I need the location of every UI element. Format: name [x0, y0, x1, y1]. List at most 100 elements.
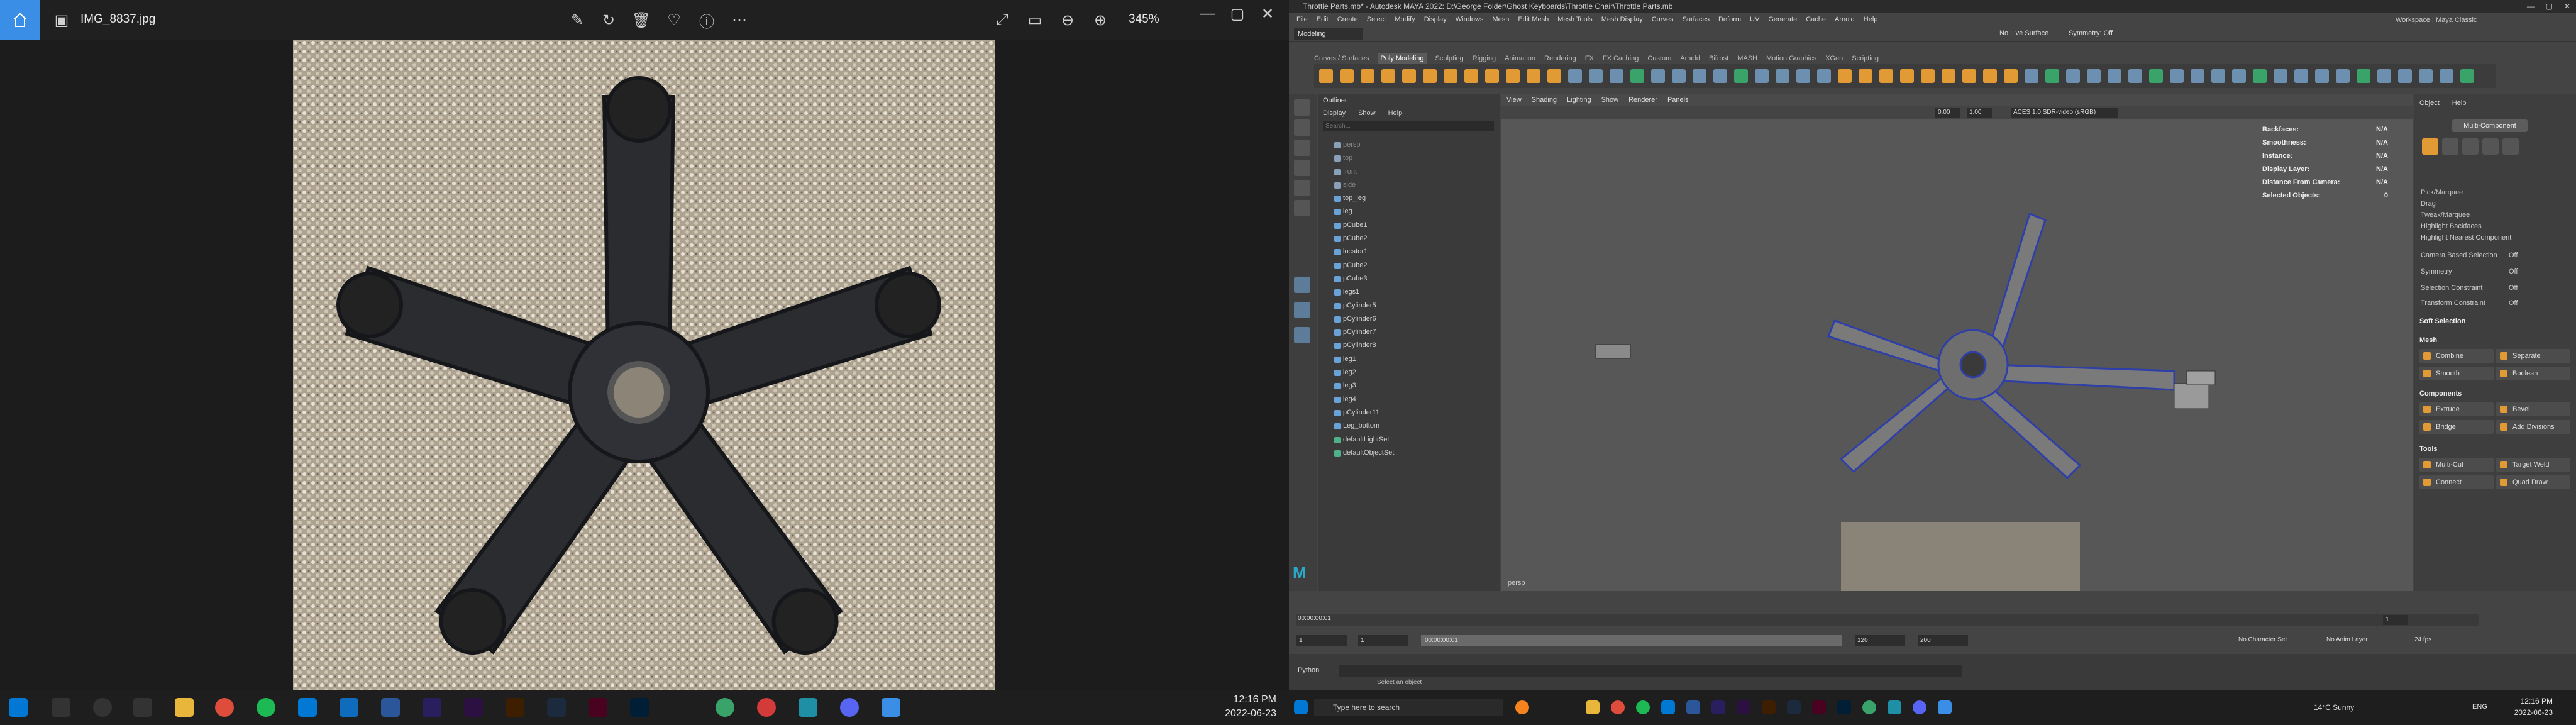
outliner-item[interactable]: top	[1318, 152, 1500, 165]
shelf-tool-icon[interactable]	[1817, 69, 1831, 83]
shelf-tab[interactable]: Arnold	[1680, 53, 1700, 64]
maximize-button[interactable]: ▢	[1224, 0, 1251, 28]
zoom-out-button[interactable]: ⊖	[1054, 6, 1081, 34]
shelf-tool-icon[interactable]	[1485, 69, 1499, 83]
layout-icon[interactable]	[1294, 302, 1310, 318]
colorspace-dropdown[interactable]: ACES 1.0 SDR-video (sRGB)	[2011, 108, 2118, 118]
shelf-tool-icon[interactable]	[1859, 69, 1872, 83]
outliner-item[interactable]: pCube2	[1318, 259, 1500, 272]
shelf-tab[interactable]: Poly Modeling	[1378, 53, 1427, 64]
maya-taskbar-icon[interactable]	[1888, 700, 1901, 714]
start-icon[interactable]	[9, 698, 28, 717]
shelf-tab[interactable]: FX	[1585, 53, 1594, 64]
current-frame[interactable]: 1	[2383, 615, 2408, 625]
shelf-tool-icon[interactable]	[1568, 69, 1582, 83]
maya-taskbar-icon[interactable]	[799, 698, 817, 717]
anim-layer[interactable]: No Anim Layer	[2326, 636, 2368, 643]
after-effects-icon[interactable]	[423, 698, 441, 717]
discord-icon[interactable]	[1913, 700, 1926, 714]
shelf-tab[interactable]: Rigging	[1473, 53, 1496, 64]
command-input[interactable]	[1339, 665, 1962, 677]
shelf-tool-icon[interactable]	[1610, 69, 1623, 83]
toolkit-button[interactable]: Multi-Cut	[2419, 458, 2494, 472]
toolkit-button[interactable]: Extrude	[2419, 402, 2494, 416]
task-view-icon[interactable]	[133, 698, 152, 717]
shelf-tool-icon[interactable]	[2087, 69, 2101, 83]
outliner-search[interactable]	[1323, 121, 1494, 131]
shelf-tab[interactable]: Animation	[1505, 53, 1535, 64]
photoshop-icon[interactable]	[1837, 700, 1851, 714]
shelf-tool-icon[interactable]	[1340, 69, 1354, 83]
viewport-menu-item[interactable]: Show	[1601, 94, 1619, 106]
delete-button[interactable]: 🗑	[627, 6, 655, 34]
shelf-tool-icon[interactable]	[2004, 69, 2018, 83]
outliner-item[interactable]: side	[1318, 179, 1500, 192]
shelf-tool-icon[interactable]	[2191, 69, 2204, 83]
move-tool-icon[interactable]	[1294, 160, 1310, 176]
outliner-item[interactable]: leg4	[1318, 393, 1500, 406]
toolkit-button[interactable]: Separate	[2496, 349, 2570, 363]
photos-icon[interactable]	[882, 698, 900, 717]
cortana-icon[interactable]	[93, 698, 112, 717]
weather[interactable]: 14°C Sunny	[2314, 703, 2354, 712]
select-tool-icon[interactable]	[1294, 99, 1310, 116]
home-button[interactable]	[0, 0, 40, 40]
toolkit-button[interactable]: Connect	[2419, 475, 2494, 489]
mail-icon[interactable]	[298, 698, 317, 717]
menu-surfaces[interactable]: Surfaces	[1683, 13, 1710, 26]
zoom-in-button[interactable]: ⊕	[1086, 6, 1114, 34]
toolkit-section[interactable]: Mesh	[2419, 336, 2570, 344]
shelf-tab[interactable]: Curves / Surfaces	[1314, 53, 1369, 64]
menu-generate[interactable]: Generate	[1768, 13, 1797, 26]
outlook-icon[interactable]	[340, 698, 358, 717]
timeline-track[interactable]	[1296, 614, 2479, 626]
layout-icon[interactable]	[1294, 277, 1310, 293]
shelf-tool-icon[interactable]	[1423, 69, 1437, 83]
premiere-icon[interactable]	[464, 698, 483, 717]
close-button[interactable]: ✕	[1254, 0, 1281, 28]
outliner-item[interactable]: pCube3	[1318, 272, 1500, 285]
viewport-menu-item[interactable]: View	[1506, 94, 1522, 106]
lasso-tool-icon[interactable]	[1294, 119, 1310, 136]
indesign-icon[interactable]	[589, 698, 607, 717]
viewport-menu-item[interactable]: Panels	[1667, 94, 1689, 106]
symmetry-status[interactable]: Symmetry: Off	[2069, 30, 2113, 37]
shelf-tool-icon[interactable]	[1589, 69, 1603, 83]
outliner-item[interactable]: Leg_bottom	[1318, 419, 1500, 433]
fullscreen-button[interactable]: ⤢	[988, 6, 1016, 34]
menu-arnold[interactable]: Arnold	[1835, 13, 1855, 26]
after-effects-icon[interactable]	[1711, 700, 1725, 714]
word-icon[interactable]	[1686, 700, 1700, 714]
toolkit-section[interactable]: Tools	[2419, 445, 2570, 453]
mail-icon[interactable]	[1661, 700, 1675, 714]
viewport-menu-item[interactable]: Shading	[1532, 94, 1557, 106]
indesign-icon[interactable]	[1812, 700, 1826, 714]
viewport-menu-item[interactable]: Lighting	[1567, 94, 1591, 106]
shelf-tool-icon[interactable]	[2274, 69, 2287, 83]
shelf-tool-icon[interactable]	[1527, 69, 1540, 83]
start-frame[interactable]: 1	[1296, 635, 1347, 646]
shelf-tool-icon[interactable]	[2232, 69, 2246, 83]
more-button[interactable]: ⋯	[726, 6, 753, 34]
shelf-tool-icon[interactable]	[2398, 69, 2412, 83]
shelf-tool-icon[interactable]	[2253, 69, 2267, 83]
layout-icon[interactable]	[1294, 327, 1310, 343]
outliner-item[interactable]: pCube2	[1318, 232, 1500, 245]
shelf-tool-icon[interactable]	[1506, 69, 1520, 83]
shelf-tool-icon[interactable]	[1983, 69, 1997, 83]
shelf-tool-icon[interactable]	[1630, 69, 1644, 83]
chrome-icon[interactable]	[1611, 700, 1625, 714]
discord-icon[interactable]	[840, 698, 859, 717]
outliner-menu-item[interactable]: Show	[1358, 107, 1376, 119]
mode-dropdown[interactable]: Modeling	[1294, 28, 1363, 40]
rotate-button[interactable]: ↻	[595, 6, 622, 34]
shelf-tab[interactable]: XGen	[1825, 53, 1843, 64]
shelf-tab[interactable]: MASH	[1737, 53, 1757, 64]
menu-mesh-tools[interactable]: Mesh Tools	[1557, 13, 1592, 26]
shelf-tool-icon[interactable]	[2170, 69, 2184, 83]
shelf-tool-icon[interactable]	[1402, 69, 1416, 83]
outliner-item[interactable]: front	[1318, 165, 1500, 179]
favorite-button[interactable]: ♡	[660, 6, 688, 34]
outliner-item[interactable]: top_leg	[1318, 192, 1500, 205]
shelf-tool-icon[interactable]	[1879, 69, 1893, 83]
